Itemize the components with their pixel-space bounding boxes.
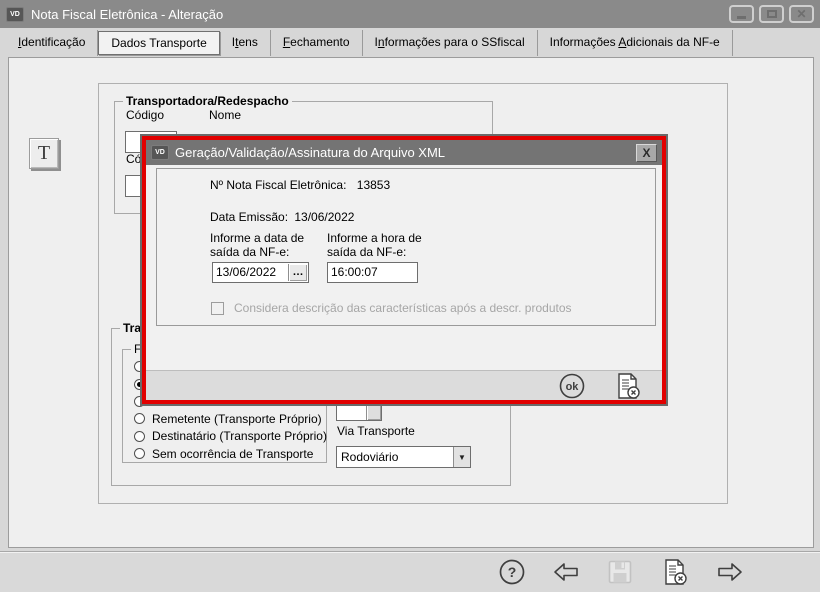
window-titlebar: VD Nota Fiscal Eletrônica - Alteração ✕ xyxy=(0,0,820,28)
minimize-button[interactable] xyxy=(729,5,754,23)
minimize-icon xyxy=(737,16,746,19)
stepper-button[interactable] xyxy=(366,404,381,420)
dialog-footer: ok xyxy=(146,370,662,400)
via-transporte-label: Via Transporte xyxy=(337,424,415,438)
help-button[interactable]: ? xyxy=(498,558,526,586)
hora-saida-input[interactable]: 16:00:07 xyxy=(327,262,418,283)
text-tool-button[interactable]: T xyxy=(29,138,59,169)
considera-descricao-label: Considera descrição das características … xyxy=(234,301,572,315)
tab-informa-es-adicionais-da-nf-e[interactable]: Informações Adicionais da NF-e xyxy=(538,30,733,56)
ok-button[interactable]: ok xyxy=(558,372,586,400)
via-transporte-value: Rodoviário xyxy=(337,450,453,464)
radio-label: Sem ocorrência de Transporte xyxy=(152,447,313,461)
chevron-down-icon[interactable]: ▼ xyxy=(453,447,470,467)
ok-icon: ok xyxy=(558,372,586,400)
radio-frete-option-6[interactable]: Sem ocorrência de Transporte xyxy=(134,445,327,462)
radio-label: Destinatário (Transporte Próprio) xyxy=(152,429,327,443)
emissao-label: Data Emissão: xyxy=(210,210,288,224)
close-button[interactable]: ✕ xyxy=(789,5,814,23)
cancel-document-icon xyxy=(660,558,690,586)
nome-label: Nome xyxy=(209,108,241,122)
back-arrow-icon xyxy=(552,558,580,586)
next-button[interactable] xyxy=(716,558,744,586)
dialog-body: Nº Nota Fiscal Eletrônica: 13853 Data Em… xyxy=(146,165,662,400)
data-saida-input[interactable]: 13/06/2022 … xyxy=(212,262,309,283)
save-icon xyxy=(606,558,634,586)
maximize-button[interactable] xyxy=(759,5,784,23)
radio-icon[interactable] xyxy=(134,413,145,424)
dialog-titlebar: VD Geração/Validação/Assinatura do Arqui… xyxy=(146,140,662,165)
dialog-logo-icon: VD xyxy=(151,145,169,160)
save-button[interactable] xyxy=(606,558,634,586)
xml-generation-dialog: VD Geração/Validação/Assinatura do Arqui… xyxy=(140,134,668,406)
nfe-number-label: Nº Nota Fiscal Eletrônica: xyxy=(210,178,346,192)
tab-identifica-o[interactable]: Identificação xyxy=(6,30,98,56)
cancel-button[interactable] xyxy=(613,372,643,400)
radio-icon[interactable] xyxy=(134,431,145,442)
hora-saida-label: Informe a hora de saída da NF-e: xyxy=(327,231,422,259)
cancel-document-icon xyxy=(613,372,643,400)
cancel-nfe-button[interactable] xyxy=(660,558,690,586)
tab-dados-transporte[interactable]: Dados Transporte xyxy=(98,31,219,55)
radio-icon[interactable] xyxy=(134,448,145,459)
radio-label: Remetente (Transporte Próprio) xyxy=(152,412,322,426)
svg-text:ok: ok xyxy=(566,381,580,393)
tab-itens[interactable]: Itens xyxy=(220,30,271,56)
dialog-title: Geração/Validação/Assinatura do Arquivo … xyxy=(175,145,630,160)
dialog-close-button[interactable]: X xyxy=(636,144,657,162)
codigo-label: Código xyxy=(126,108,164,122)
date-picker-button[interactable]: … xyxy=(288,264,307,281)
via-transporte-select[interactable]: Rodoviário ▼ xyxy=(336,446,471,468)
app-logo-icon: VD xyxy=(6,7,24,22)
close-icon: ✕ xyxy=(796,8,806,20)
tab-bar: IdentificaçãoDados TransporteItensFecham… xyxy=(6,30,733,56)
tab-fechamento[interactable]: Fechamento xyxy=(271,30,363,56)
svg-text:?: ? xyxy=(508,564,517,580)
radio-frete-option-4[interactable]: Remetente (Transporte Próprio) xyxy=(134,410,327,427)
nfe-number-value: 13853 xyxy=(357,178,390,192)
data-saida-label: Informe a data de saída da NF-e: xyxy=(210,231,304,259)
help-icon: ? xyxy=(498,558,526,586)
radio-frete-option-5[interactable]: Destinatário (Transporte Próprio) xyxy=(134,428,327,445)
previous-button[interactable] xyxy=(552,558,580,586)
dialog-highlight-border: VD Geração/Validação/Assinatura do Arqui… xyxy=(142,136,666,404)
transportadora-group-title: Transportadora/Redespacho xyxy=(123,94,292,108)
tab-informa-es-para-o-ssfiscal[interactable]: Informações para o SSfiscal xyxy=(363,30,538,56)
considera-descricao-checkbox[interactable] xyxy=(211,302,224,315)
window-title: Nota Fiscal Eletrônica - Alteração xyxy=(31,7,722,22)
emissao-value: 13/06/2022 xyxy=(294,210,354,224)
bottom-toolbar: ? xyxy=(0,551,820,592)
maximize-icon xyxy=(767,10,777,18)
forward-arrow-icon xyxy=(716,558,744,586)
